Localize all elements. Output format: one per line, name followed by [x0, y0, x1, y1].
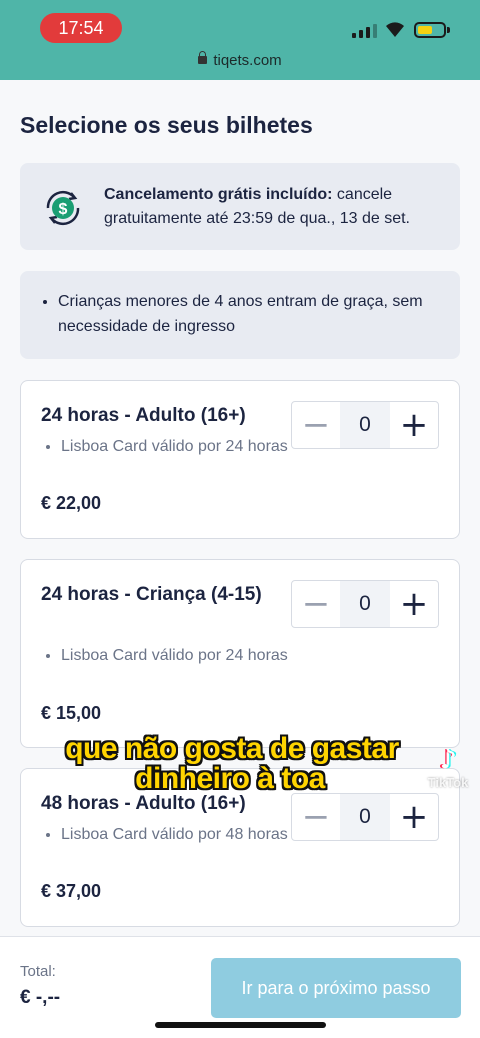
quantity-stepper: − 0 + [291, 793, 439, 841]
lock-icon [198, 51, 208, 64]
ticket-price: € 37,00 [41, 881, 102, 901]
total-value: € -,-- [20, 987, 61, 1008]
video-caption-line-2: dinheiro à toa [135, 762, 325, 795]
video-caption-line-1: que não gosta de gastar [65, 732, 399, 765]
kids-info-list: Crianças menores de 4 anos entram de gra… [58, 289, 438, 339]
tiktok-logo-icon: ♪ [439, 745, 457, 775]
quantity-value: 0 [340, 402, 390, 448]
list-item: Crianças menores de 4 anos entram de gra… [58, 289, 438, 339]
increase-button[interactable]: + [390, 794, 438, 840]
quantity-value: 0 [340, 794, 390, 840]
ticket-detail: Lisboa Card válido por 48 horas [61, 823, 291, 847]
tiktok-watermark: ♪ TikTok [420, 745, 476, 790]
increase-button[interactable]: + [390, 402, 438, 448]
ticket-detail: Lisboa Card válido por 24 horas [61, 435, 291, 459]
ticket-price: € 15,00 [41, 703, 102, 723]
address-bar[interactable]: tiqets.com [0, 51, 480, 69]
decrease-button[interactable]: − [292, 402, 340, 448]
ticket-detail: Lisboa Card válido por 24 horas [61, 644, 291, 668]
kids-info-box: Crianças menores de 4 anos entram de gra… [20, 271, 460, 359]
ticket-details: Lisboa Card válido por 24 horas [61, 435, 291, 459]
ticket-price: € 22,00 [41, 493, 102, 513]
ticket-card-24h-adult: 24 horas - Adulto (16+) Lisboa Card váli… [20, 380, 460, 539]
svg-text:$: $ [59, 201, 68, 218]
cancellation-info-box: $ Cancelamento grátis incluído: cancele … [20, 163, 460, 250]
next-step-button[interactable]: Ir para o próximo passo [211, 958, 461, 1018]
quantity-value: 0 [340, 581, 390, 627]
cancellation-bold: Cancelamento grátis incluído: [104, 186, 333, 203]
url-text: tiqets.com [213, 52, 282, 69]
status-bar: 17:54 tiqets.com [0, 0, 480, 80]
decrease-button[interactable]: − [292, 581, 340, 627]
cancellation-text: Cancelamento grátis incluído: cancele gr… [104, 183, 444, 231]
quantity-stepper: − 0 + [291, 401, 439, 449]
status-time: 17:54 [40, 13, 122, 43]
dollar-refresh-icon: $ [46, 190, 80, 226]
ticket-details: Lisboa Card válido por 24 horas [61, 644, 291, 668]
ticket-card-24h-child: 24 horas - Criança (4-15) Lisboa Card vá… [20, 559, 460, 748]
ticket-details: Lisboa Card válido por 48 horas [61, 823, 291, 847]
signal-icon [352, 24, 377, 38]
decrease-button[interactable]: − [292, 794, 340, 840]
increase-button[interactable]: + [390, 581, 438, 627]
watermark-text: TikTok [427, 775, 469, 790]
wifi-icon [386, 22, 404, 37]
page-title: Selecione os seus bilhetes [20, 112, 313, 138]
ticket-name: 24 horas - Criança (4-15) [41, 584, 262, 605]
ticket-name: 24 horas - Adulto (16+) [41, 405, 246, 426]
battery-icon [414, 22, 450, 38]
quantity-stepper: − 0 + [291, 580, 439, 628]
home-indicator [155, 1022, 326, 1028]
total-label: Total: [20, 963, 56, 980]
